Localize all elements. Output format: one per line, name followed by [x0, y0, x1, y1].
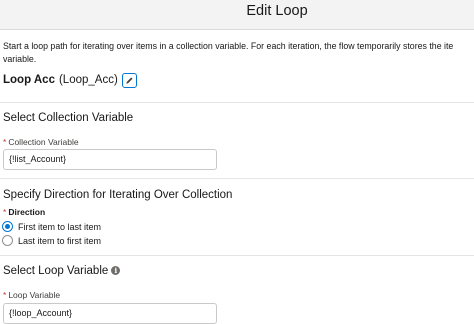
radio-selected[interactable] — [2, 221, 13, 232]
direction-option-first-to-last[interactable]: First item to last item — [2, 220, 101, 233]
radio-label: Last item to first item — [18, 235, 102, 246]
direction-section-title: Specify Direction for Iterating Over Col… — [3, 189, 233, 201]
required-asterisk: * — [3, 290, 7, 300]
element-label: Loop Acc — [3, 74, 55, 86]
section-divider — [0, 255, 474, 256]
section-divider — [0, 102, 474, 103]
pencil-icon — [126, 77, 133, 84]
loop-variable-input[interactable]: {!loop_Account} — [3, 303, 217, 324]
collection-variable-label: * Collection Variable — [3, 137, 79, 147]
edit-loop-modal: Edit Loop Start a loop path for iteratin… — [0, 0, 474, 324]
element-name: Loop Acc (Loop_Acc) — [3, 72, 137, 88]
description-line-2: variable. — [3, 54, 37, 64]
loop-description: Start a loop path for iterating over ite… — [3, 40, 473, 66]
direction-option-last-to-first[interactable]: Last item to first item — [2, 234, 101, 247]
collection-variable-input[interactable]: {!list_Account} — [3, 149, 217, 170]
loop-variable-label: * Loop Variable — [3, 290, 61, 300]
modal-title: Edit Loop — [246, 3, 308, 19]
loop-variable-section-title: Select Loop Variable i — [3, 265, 121, 277]
modal-header: Edit Loop — [0, 0, 474, 30]
collection-section-title: Select Collection Variable — [3, 112, 134, 124]
radio-unselected[interactable] — [2, 235, 13, 246]
required-asterisk: * — [3, 207, 7, 217]
required-asterisk: * — [3, 137, 7, 147]
direction-label: * Direction — [3, 207, 46, 217]
radio-label: First item to last item — [18, 221, 102, 232]
edit-name-button[interactable] — [121, 72, 137, 88]
description-line-1: Start a loop path for iterating over ite… — [3, 41, 454, 51]
info-icon[interactable]: i — [111, 266, 121, 275]
element-api-name: (Loop_Acc) — [58, 74, 118, 86]
section-divider — [0, 178, 474, 179]
